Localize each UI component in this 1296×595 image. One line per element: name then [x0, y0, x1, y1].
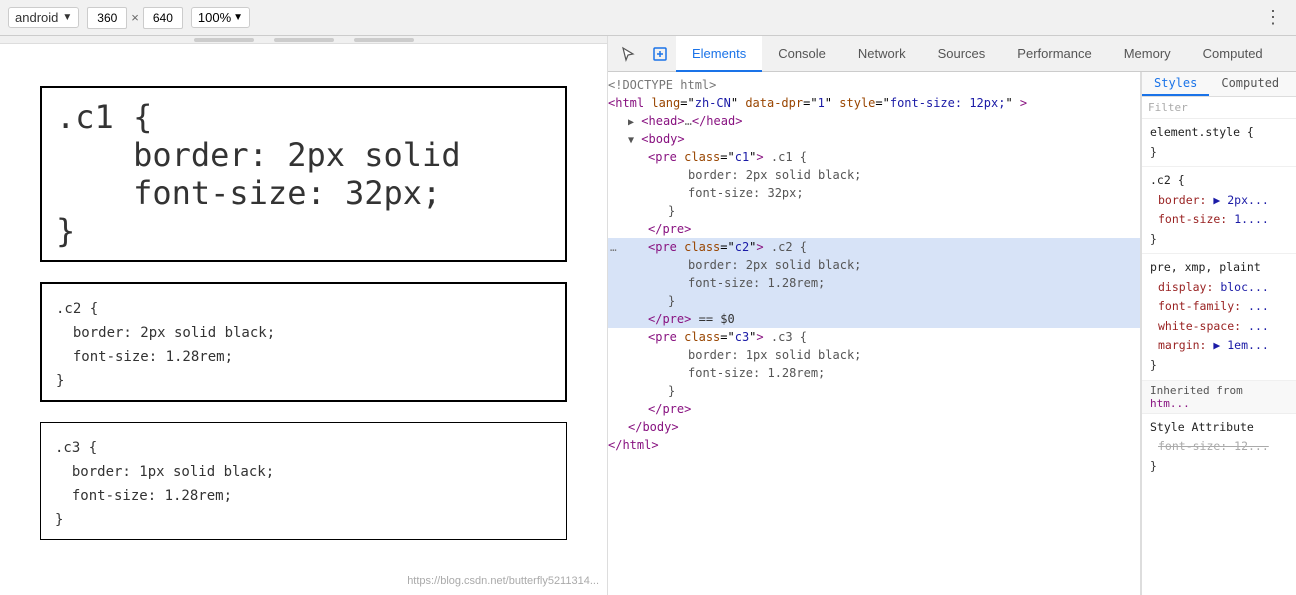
c3-fontsize-line: font-size: 1.28rem;	[608, 364, 1140, 382]
device-selector[interactable]: android ▼	[8, 7, 79, 28]
pre-close-brace: }	[1150, 358, 1157, 372]
pre-display-val: bloc...	[1220, 280, 1268, 294]
c2-border-prop: border:	[1158, 193, 1206, 207]
styles-tab-bar: Styles Computed	[1142, 72, 1296, 97]
tab-sources[interactable]: Sources	[922, 36, 1002, 72]
cursor-icon[interactable]	[614, 40, 642, 68]
c2-border-val: ▶ 2px...	[1213, 193, 1268, 207]
styles-tab[interactable]: Styles	[1142, 72, 1209, 96]
pre-display-prop: display:	[1158, 280, 1213, 294]
styles-panel: Styles Computed Filter element.style { }	[1141, 72, 1296, 595]
pre-c1-open-line: <pre class="c1"> .c1 {	[608, 148, 1140, 166]
c1-preview-text: .c1 { border: 2px solid font-size: 32px;…	[56, 98, 461, 250]
device-name: android	[15, 10, 58, 25]
c2-fontsize-line: font-size: 1.28rem;	[608, 274, 1140, 292]
inherited-element: htm...	[1150, 397, 1190, 410]
preview-content: .c1 { border: 2px solid font-size: 32px;…	[20, 66, 587, 560]
c2-border-line: border: 2px solid black;	[608, 256, 1140, 274]
device-dropdown-icon[interactable]: ▼	[62, 12, 72, 23]
body-close-line: </body>	[608, 418, 1140, 436]
top-toolbar: android ▼ × 100% ▼ ⋮	[0, 0, 1296, 36]
c3-preview-box: .c3 { border: 1px solid black; font-size…	[40, 422, 567, 540]
scroll-indicator-top	[0, 36, 607, 44]
c2-fontsize-val: 1....	[1234, 212, 1269, 226]
pre-margin-val: ▶ 1em...	[1213, 338, 1268, 352]
c3-close-brace-line: }	[608, 382, 1140, 400]
pre-margin-prop: margin:	[1158, 338, 1206, 352]
style-attribute-section: Style Attribute font-size: 12... }	[1142, 414, 1296, 481]
devtools-body: <!DOCTYPE html> <html lang="zh-CN" data-…	[608, 72, 1296, 595]
style-attribute-label: Style Attribute	[1150, 420, 1254, 434]
c1-border-line: border: 2px solid black;	[608, 166, 1140, 184]
inherited-label: Inherited from	[1150, 384, 1243, 397]
inherited-from-section: Inherited from htm...	[1142, 381, 1296, 414]
pre-fontfamily-val: ...	[1248, 299, 1269, 313]
pre-c3-close-line: </pre>	[608, 400, 1140, 418]
height-input[interactable]	[143, 7, 183, 29]
c2-style-rule: .c2 { border: ▶ 2px... font-size: 1.... …	[1142, 167, 1296, 254]
tab-console[interactable]: Console	[762, 36, 842, 72]
tab-computed[interactable]: Computed	[1187, 36, 1279, 72]
zoom-dropdown-icon[interactable]: ▼	[233, 12, 243, 23]
filter-label: Filter	[1148, 101, 1188, 114]
zoom-level: 100%	[198, 10, 231, 25]
pre-whitespace-prop: white-space:	[1158, 319, 1241, 333]
style-attr-fontsize: font-size: 12...	[1158, 439, 1269, 453]
tab-memory[interactable]: Memory	[1108, 36, 1187, 72]
c2-fontsize-prop: font-size:	[1158, 212, 1227, 226]
c1-close-brace-line: }	[608, 202, 1140, 220]
c3-preview-text: .c3 { border: 1px solid black; font-size…	[55, 440, 274, 528]
pre-c3-open-line: <pre class="c3"> .c3 {	[608, 328, 1140, 346]
width-input[interactable]	[87, 7, 127, 29]
devtools-panel: Elements Console Network Sources Perform…	[608, 36, 1296, 595]
head-line: ▶ <head>…</head>	[608, 112, 1140, 130]
pre-fontfamily-prop: font-family:	[1158, 299, 1241, 313]
dimension-separator: ×	[131, 10, 139, 25]
c2-close-brace: }	[1150, 232, 1157, 246]
element-style-close: }	[1150, 145, 1157, 159]
c1-fontsize-line: font-size: 32px;	[608, 184, 1140, 202]
c2-preview-box: .c2 { border: 2px solid black; font-size…	[40, 282, 567, 402]
pre-whitespace-val: ...	[1248, 319, 1269, 333]
c3-border-line: border: 1px solid black;	[608, 346, 1140, 364]
pre-style-rule: pre, xmp, plaint display: bloc... font-f…	[1142, 254, 1296, 380]
zoom-selector[interactable]: 100% ▼	[191, 7, 250, 28]
filter-box[interactable]: Filter	[1142, 97, 1296, 119]
element-style-selector: element.style {	[1150, 125, 1254, 139]
html-close-line: </html>	[608, 436, 1140, 454]
html-panel[interactable]: <!DOCTYPE html> <html lang="zh-CN" data-…	[608, 72, 1141, 595]
pre-c2-close-line[interactable]: </pre> == $0	[608, 310, 1140, 328]
tab-elements[interactable]: Elements	[676, 36, 762, 72]
preview-panel: .c1 { border: 2px solid font-size: 32px;…	[0, 36, 608, 595]
inspect-icon[interactable]	[646, 40, 674, 68]
tab-performance[interactable]: Performance	[1001, 36, 1107, 72]
main-content: .c1 { border: 2px solid font-size: 32px;…	[0, 36, 1296, 595]
style-attr-close: }	[1150, 459, 1157, 473]
doctype-line: <!DOCTYPE html>	[608, 76, 1140, 94]
pre-c1-close-line: </pre>	[608, 220, 1140, 238]
element-style-rule: element.style { }	[1142, 119, 1296, 167]
c2-close-brace-line: }	[608, 292, 1140, 310]
c2-preview-text: .c2 { border: 2px solid black; font-size…	[56, 301, 275, 389]
c2-selector: .c2 {	[1150, 173, 1185, 187]
tab-network[interactable]: Network	[842, 36, 922, 72]
pre-selector: pre, xmp, plaint	[1150, 260, 1261, 274]
c1-preview-box: .c1 { border: 2px solid font-size: 32px;…	[40, 86, 567, 262]
url-bar: https://blog.csdn.net/butterfly5211314..…	[407, 575, 599, 587]
computed-tab[interactable]: Computed	[1209, 72, 1291, 96]
devtools-tab-bar: Elements Console Network Sources Perform…	[608, 36, 1296, 72]
body-open-line: ▼ <body>	[608, 130, 1140, 148]
pre-c2-open-line[interactable]: … <pre class="c2"> .c2 {	[608, 238, 1140, 256]
html-open-line: <html lang="zh-CN" data-dpr="1" style="f…	[608, 94, 1140, 112]
more-options-button[interactable]: ⋮	[1258, 7, 1288, 28]
